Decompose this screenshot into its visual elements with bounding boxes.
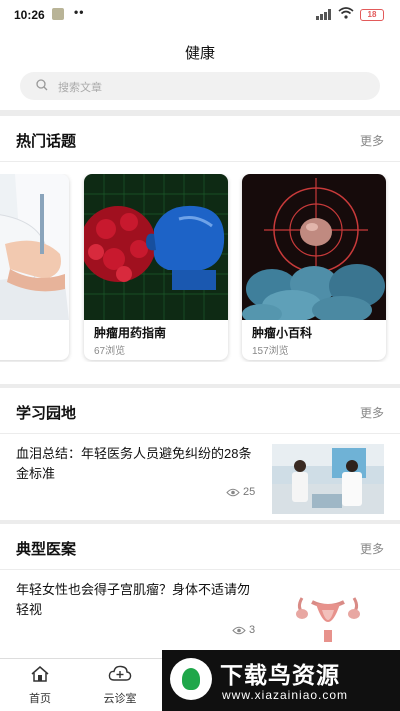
article-views-count: 3 [249, 624, 256, 636]
article-item[interactable]: 血泪总结：年轻医务人员避免纠纷的28条金标准 25 [0, 434, 400, 520]
watermark-name: 下载鸟资源 [220, 662, 340, 688]
more-link[interactable]: 更多 [360, 404, 384, 421]
more-link[interactable]: 更多 [360, 132, 384, 149]
search-input[interactable]: 搜索文章 [20, 72, 380, 100]
article-title: 血泪总结：年轻医务人员避免纠纷的28条金标准 [16, 446, 252, 481]
signal-icon [316, 9, 332, 20]
page-title: 健康 [184, 45, 215, 62]
status-bar: 10:26 •• 18 [0, 0, 400, 30]
nav-label: 云诊室 [103, 693, 137, 705]
section-title: 学习园地 [16, 405, 77, 422]
article-thumbnail [272, 444, 384, 514]
article-views-count: 25 [243, 486, 256, 498]
article-title: 年轻女性也会得子宫肌瘤？身体不适请勿轻视 [16, 582, 251, 617]
watermark: 下载鸟资源 www.xiazainiao.com [162, 650, 400, 711]
card-title: 肿瘤小百科 [252, 326, 313, 340]
bird-logo-icon [170, 658, 212, 700]
study-section: 学习园地 更多 血泪总结：年轻医务人员避免纠纷的28条金标准 25 [0, 388, 400, 520]
article-views: 25 [226, 486, 255, 498]
card-image [84, 174, 228, 320]
topic-carousel[interactable]: 肿瘤用药指南 67浏览 肿瘤小百科 157浏览 [0, 174, 400, 362]
nav-item-cloud-clinic[interactable]: 云诊室 [90, 665, 150, 706]
section-title: 典型医案 [16, 541, 77, 558]
card-image [242, 174, 386, 320]
card-image [0, 174, 69, 320]
cases-section: 典型医案 更多 年轻女性也会得子宫肌瘤？身体不适请勿轻视 3 [0, 524, 400, 658]
watermark-url: www.xiazainiao.com [222, 688, 349, 702]
hot-topics-header: 热门话题 更多 [0, 116, 400, 162]
cases-header: 典型医案 更多 [0, 524, 400, 570]
study-header: 学习园地 更多 [0, 388, 400, 434]
home-icon [31, 666, 49, 682]
search-placeholder: 搜索文章 [58, 82, 102, 94]
eye-icon [232, 626, 246, 634]
topic-card[interactable] [0, 174, 69, 360]
card-views: 157浏览 [252, 346, 289, 357]
card-title: 肿瘤用药指南 [94, 326, 167, 340]
battery-icon: 18 [360, 9, 384, 21]
status-dots: •• [74, 5, 85, 19]
search-icon [36, 79, 48, 91]
hot-topics-section: 热门话题 更多 肿瘤用药指南 67浏览 肿瘤小百科 157浏览 [0, 116, 400, 384]
cloud-plus-icon [108, 665, 132, 681]
card-views: 67浏览 [94, 346, 126, 357]
nav-label: 首页 [29, 693, 51, 705]
notification-icon [52, 8, 64, 20]
section-title: 热门话题 [16, 133, 77, 150]
wifi-icon [338, 7, 354, 22]
nav-item-home[interactable]: 首页 [10, 665, 70, 706]
article-item[interactable]: 年轻女性也会得子宫肌瘤？身体不适请勿轻视 3 [0, 570, 400, 656]
eye-icon [226, 488, 240, 496]
article-views: 3 [232, 624, 255, 636]
topic-card[interactable]: 肿瘤用药指南 67浏览 [84, 174, 228, 360]
status-time: 10:26 [14, 8, 45, 22]
more-link[interactable]: 更多 [360, 540, 384, 557]
page-header: 健康 搜索文章 [0, 30, 400, 110]
topic-card[interactable]: 肿瘤小百科 157浏览 [242, 174, 386, 360]
article-thumbnail [272, 580, 384, 650]
